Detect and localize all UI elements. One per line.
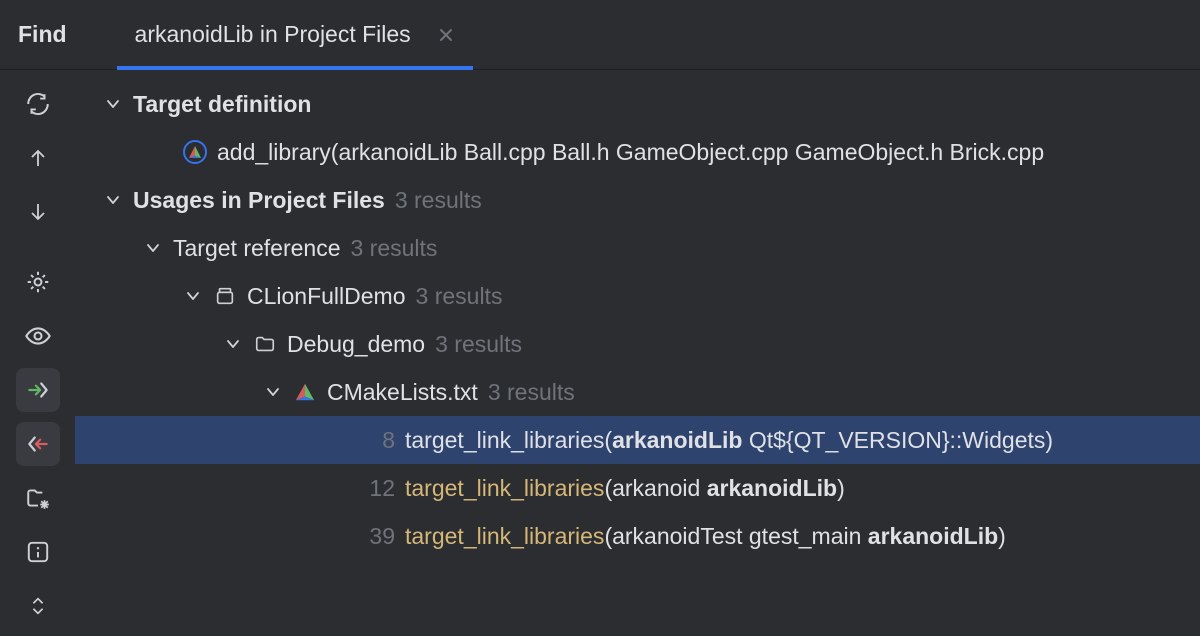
result-count: 3 results (435, 331, 522, 358)
line-number: 8 (365, 427, 395, 454)
cmake-file-icon (293, 380, 317, 404)
next-result-icon[interactable] (16, 190, 60, 234)
expand-collapse-icon[interactable] (16, 584, 60, 628)
new-folder-icon[interactable] (16, 476, 60, 520)
node-label: Target definition (133, 91, 311, 118)
line-number: 12 (365, 475, 395, 502)
line-number: 39 (365, 523, 395, 550)
tree-node-usages[interactable]: Usages in Project Files 3 results (75, 176, 1200, 224)
info-icon[interactable] (16, 530, 60, 574)
chevron-down-icon (103, 94, 123, 114)
match-row[interactable]: 8 target_link_libraries(arkanoidLib Qt${… (75, 416, 1200, 464)
chevron-down-icon (143, 238, 163, 258)
tree-node-target-reference[interactable]: Target reference 3 results (75, 224, 1200, 272)
refresh-icon[interactable] (16, 82, 60, 126)
node-label: Debug_demo (287, 331, 425, 358)
tree-node-folder[interactable]: Debug_demo 3 results (75, 320, 1200, 368)
code-text: add_library(arkanoidLib Ball.cpp Ball.h … (217, 139, 1044, 166)
node-label: Usages in Project Files (133, 187, 385, 214)
import-icon[interactable] (16, 368, 60, 412)
result-count: 3 results (395, 187, 482, 214)
export-icon[interactable] (16, 422, 60, 466)
previous-result-icon[interactable] (16, 136, 60, 180)
result-count: 3 results (416, 283, 503, 310)
results-tree: Target definition add_library(arkanoidLi… (75, 70, 1200, 636)
tree-node-target-definition[interactable]: Target definition (75, 80, 1200, 128)
cmake-icon (183, 140, 207, 164)
result-count: 3 results (488, 379, 575, 406)
folder-icon (253, 332, 277, 356)
find-header: Find arkanoidLib in Project Files (0, 0, 1200, 70)
match-row[interactable]: 39 target_link_libraries(arkanoidTest gt… (75, 512, 1200, 560)
find-title: Find (18, 21, 67, 48)
chevron-down-icon (103, 190, 123, 210)
tree-node-project[interactable]: CLionFullDemo 3 results (75, 272, 1200, 320)
find-toolbar (0, 70, 75, 636)
preview-icon[interactable] (16, 314, 60, 358)
settings-icon[interactable] (16, 260, 60, 304)
tab-label: arkanoidLib in Project Files (135, 21, 411, 48)
project-folder-icon (213, 284, 237, 308)
chevron-down-icon (223, 334, 243, 354)
result-count: 3 results (350, 235, 437, 262)
search-tab[interactable]: arkanoidLib in Project Files (117, 0, 473, 69)
node-label: Target reference (173, 235, 340, 262)
tree-node-file[interactable]: CMakeLists.txt 3 results (75, 368, 1200, 416)
close-icon[interactable] (437, 26, 455, 44)
node-label: CMakeLists.txt (327, 379, 478, 406)
node-label: CLionFullDemo (247, 283, 406, 310)
code-text: target_link_libraries(arkanoidLib Qt${QT… (405, 427, 1053, 454)
tree-leaf-add-library[interactable]: add_library(arkanoidLib Ball.cpp Ball.h … (75, 128, 1200, 176)
chevron-down-icon (263, 382, 283, 402)
code-text: target_link_libraries(arkanoid arkanoidL… (405, 475, 845, 502)
chevron-down-icon (183, 286, 203, 306)
match-row[interactable]: 12 target_link_libraries(arkanoid arkano… (75, 464, 1200, 512)
code-text: target_link_libraries(arkanoidTest gtest… (405, 523, 1006, 550)
